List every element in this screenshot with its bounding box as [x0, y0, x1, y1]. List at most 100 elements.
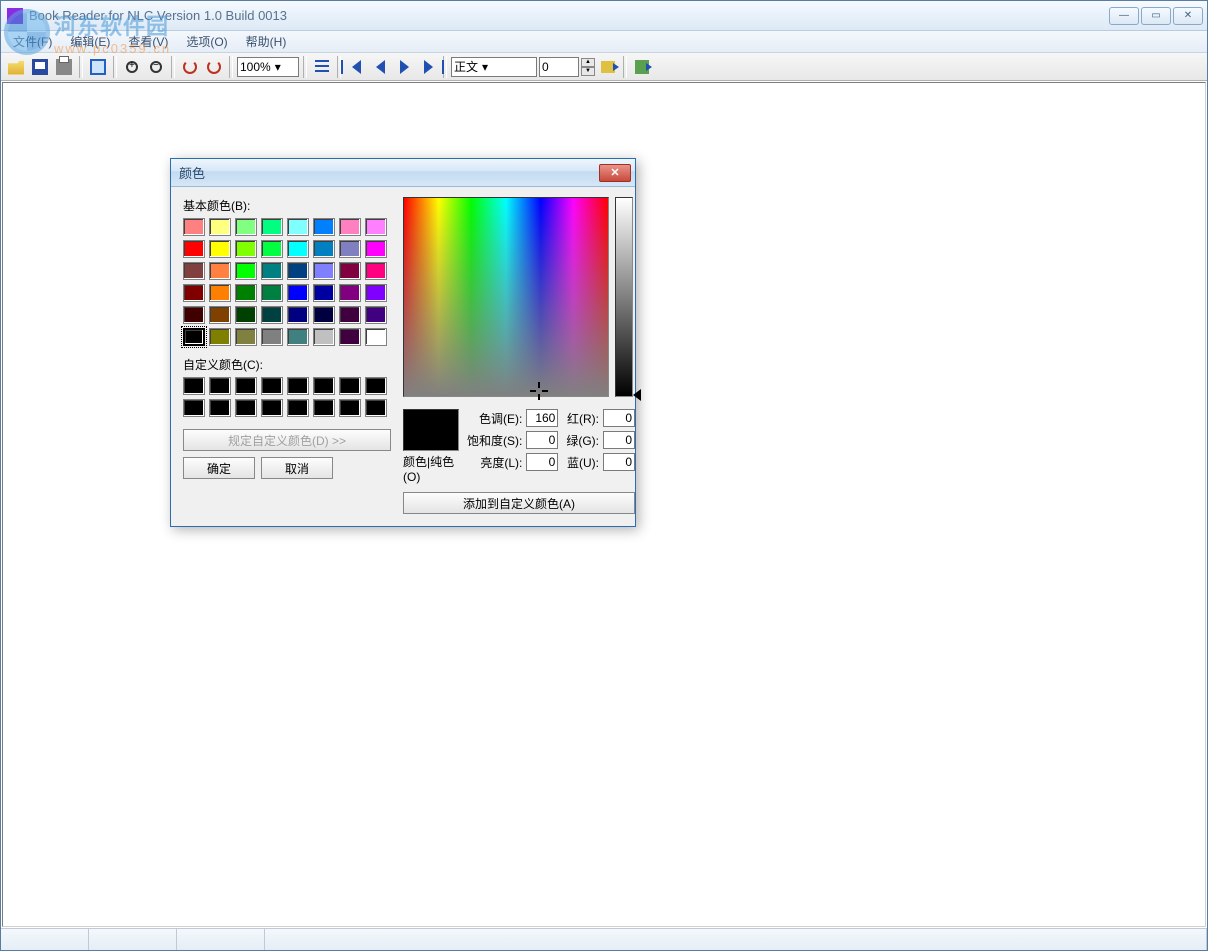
menu-options[interactable]: 选项(O)	[178, 31, 235, 52]
custom-color-swatch[interactable]	[235, 377, 257, 395]
basic-color-swatch[interactable]	[365, 240, 387, 258]
custom-color-swatch[interactable]	[287, 399, 309, 417]
custom-color-swatch[interactable]	[183, 377, 205, 395]
exit-button[interactable]	[631, 56, 653, 78]
basic-color-swatch[interactable]	[261, 284, 283, 302]
spin-down-icon[interactable]: ▼	[581, 67, 595, 76]
maximize-button[interactable]: ▭	[1141, 7, 1171, 25]
basic-color-swatch[interactable]	[235, 240, 257, 258]
custom-color-swatch[interactable]	[339, 399, 361, 417]
basic-color-swatch[interactable]	[235, 328, 257, 346]
basic-color-swatch[interactable]	[261, 262, 283, 280]
cancel-button[interactable]: 取消	[261, 457, 333, 479]
basic-color-swatch[interactable]	[261, 306, 283, 324]
basic-color-swatch[interactable]	[339, 306, 361, 324]
dialog-close-button[interactable]: ✕	[599, 164, 631, 182]
basic-color-swatch[interactable]	[313, 328, 335, 346]
basic-color-swatch[interactable]	[261, 240, 283, 258]
menu-file[interactable]: 文件(F)	[5, 31, 60, 52]
basic-color-swatch[interactable]	[287, 218, 309, 236]
prev-page-button[interactable]	[369, 56, 391, 78]
basic-color-swatch[interactable]	[183, 262, 205, 280]
hue-input[interactable]	[526, 409, 558, 427]
color-field[interactable]	[403, 197, 609, 397]
basic-color-swatch[interactable]	[339, 240, 361, 258]
basic-color-swatch[interactable]	[183, 218, 205, 236]
zoom-out-button[interactable]	[145, 56, 167, 78]
custom-color-swatch[interactable]	[209, 399, 231, 417]
luminance-slider[interactable]	[615, 197, 633, 397]
menu-help[interactable]: 帮助(H)	[238, 31, 295, 52]
section-combo[interactable]: 正文▾	[451, 57, 537, 77]
basic-color-swatch[interactable]	[209, 262, 231, 280]
basic-color-swatch[interactable]	[209, 328, 231, 346]
basic-color-swatch[interactable]	[313, 306, 335, 324]
custom-color-swatch[interactable]	[313, 399, 335, 417]
blue-input[interactable]	[603, 453, 635, 471]
custom-color-swatch[interactable]	[365, 377, 387, 395]
basic-color-swatch[interactable]	[183, 240, 205, 258]
custom-color-swatch[interactable]	[287, 377, 309, 395]
custom-color-swatch[interactable]	[235, 399, 257, 417]
basic-color-swatch[interactable]	[339, 262, 361, 280]
basic-color-swatch[interactable]	[339, 284, 361, 302]
basic-color-swatch[interactable]	[365, 328, 387, 346]
rotate-right-button[interactable]	[203, 56, 225, 78]
zoom-combo[interactable]: 100%▾	[237, 57, 299, 77]
red-input[interactable]	[603, 409, 635, 427]
basic-color-swatch[interactable]	[313, 240, 335, 258]
custom-color-swatch[interactable]	[183, 399, 205, 417]
basic-color-swatch[interactable]	[313, 262, 335, 280]
open-button[interactable]	[5, 56, 27, 78]
basic-color-swatch[interactable]	[235, 262, 257, 280]
basic-color-swatch[interactable]	[287, 240, 309, 258]
basic-color-swatch[interactable]	[365, 284, 387, 302]
basic-color-swatch[interactable]	[339, 328, 361, 346]
basic-color-swatch[interactable]	[183, 306, 205, 324]
last-page-button[interactable]	[417, 56, 439, 78]
first-page-button[interactable]	[345, 56, 367, 78]
basic-color-swatch[interactable]	[183, 284, 205, 302]
basic-color-swatch[interactable]	[313, 218, 335, 236]
green-input[interactable]	[603, 431, 635, 449]
basic-color-swatch[interactable]	[287, 328, 309, 346]
basic-color-swatch[interactable]	[209, 284, 231, 302]
print-button[interactable]	[53, 56, 75, 78]
basic-color-swatch[interactable]	[209, 306, 231, 324]
basic-color-swatch[interactable]	[183, 328, 205, 346]
basic-color-swatch[interactable]	[235, 218, 257, 236]
basic-color-swatch[interactable]	[235, 284, 257, 302]
dialog-title-bar[interactable]: 颜色 ✕	[171, 159, 635, 187]
fullscreen-button[interactable]	[87, 56, 109, 78]
basic-color-swatch[interactable]	[209, 240, 231, 258]
custom-color-swatch[interactable]	[209, 377, 231, 395]
page-input[interactable]	[539, 57, 579, 77]
contents-button[interactable]	[311, 56, 333, 78]
close-button[interactable]: ✕	[1173, 7, 1203, 25]
basic-color-swatch[interactable]	[339, 218, 361, 236]
custom-color-swatch[interactable]	[339, 377, 361, 395]
basic-color-swatch[interactable]	[287, 262, 309, 280]
basic-color-swatch[interactable]	[313, 284, 335, 302]
spin-up-icon[interactable]: ▲	[581, 58, 595, 67]
save-button[interactable]	[29, 56, 51, 78]
basic-color-swatch[interactable]	[261, 218, 283, 236]
next-page-button[interactable]	[393, 56, 415, 78]
ok-button[interactable]: 确定	[183, 457, 255, 479]
page-spinner[interactable]: ▲▼	[581, 58, 595, 76]
basic-color-swatch[interactable]	[365, 218, 387, 236]
define-custom-button[interactable]: 规定自定义颜色(D) >>	[183, 429, 391, 451]
basic-color-swatch[interactable]	[287, 306, 309, 324]
custom-color-swatch[interactable]	[261, 399, 283, 417]
basic-color-swatch[interactable]	[261, 328, 283, 346]
menu-view[interactable]: 查看(V)	[120, 31, 176, 52]
menu-edit[interactable]: 编辑(E)	[62, 31, 118, 52]
zoom-in-button[interactable]	[121, 56, 143, 78]
sat-input[interactable]	[526, 431, 558, 449]
basic-color-swatch[interactable]	[209, 218, 231, 236]
goto-button[interactable]	[597, 56, 619, 78]
rotate-left-button[interactable]	[179, 56, 201, 78]
add-custom-button[interactable]: 添加到自定义颜色(A)	[403, 492, 635, 514]
basic-color-swatch[interactable]	[365, 262, 387, 280]
basic-color-swatch[interactable]	[235, 306, 257, 324]
